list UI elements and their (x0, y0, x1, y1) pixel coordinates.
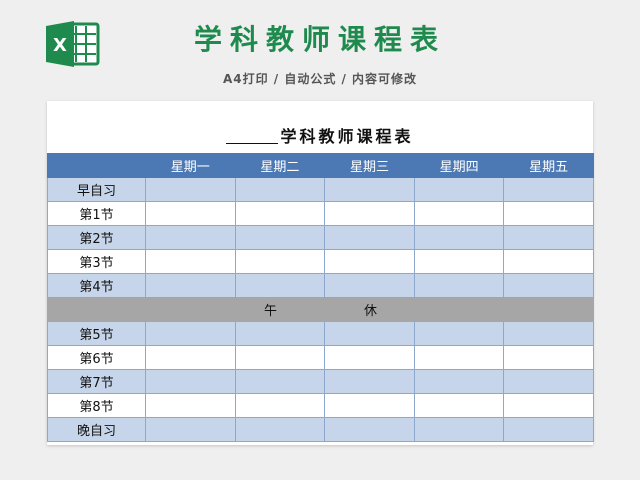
schedule-cell[interactable] (234, 201, 326, 226)
schedule-cell[interactable] (234, 225, 326, 250)
table-row: 第8节 (47, 393, 594, 418)
break-label-right: 休 (363, 304, 377, 319)
schedule-cell[interactable] (413, 393, 505, 418)
schedule-cell[interactable] (145, 393, 236, 418)
schedule-cell[interactable] (324, 393, 415, 418)
corner-cell (47, 153, 146, 178)
schedule-cell[interactable] (503, 177, 594, 202)
schedule-cell[interactable] (413, 417, 505, 442)
schedule-cell[interactable] (145, 321, 236, 346)
schedule-cell[interactable] (503, 393, 594, 418)
spreadsheet-paper: 学科教师课程表 星期一 星期二 星期三 星期四 星期五 早自习 第1节 第2节 … (47, 101, 594, 445)
schedule-cell[interactable] (324, 177, 415, 202)
schedule-cell[interactable] (234, 249, 326, 274)
schedule-cell[interactable] (413, 225, 505, 250)
column-header-wednesday[interactable]: 星期三 (324, 153, 415, 178)
schedule-cell[interactable] (324, 321, 415, 346)
schedule-cell[interactable] (234, 177, 326, 202)
schedule-cell[interactable] (503, 369, 594, 394)
title-blank-line[interactable] (226, 129, 279, 144)
row-label[interactable]: 第5节 (47, 321, 146, 346)
table-row: 第5节 (47, 321, 594, 346)
schedule-cell[interactable] (145, 417, 236, 442)
schedule-cell[interactable] (503, 345, 594, 370)
schedule-cell[interactable] (145, 345, 236, 370)
page-subtitle: A4打印 / 自动公式 / 内容可修改 (222, 72, 418, 86)
row-label[interactable]: 第8节 (47, 393, 146, 418)
schedule-cell[interactable] (324, 417, 415, 442)
page-title: 学科教师课程表 (193, 23, 446, 56)
schedule-cell[interactable] (234, 345, 326, 370)
schedule-cell[interactable] (145, 201, 236, 226)
lunch-break-row: 午休 (47, 297, 594, 322)
table-row: 第7节 (47, 369, 594, 394)
table-row: 第6节 (47, 345, 594, 370)
schedule-cell[interactable] (503, 417, 594, 442)
schedule-cell[interactable] (324, 249, 415, 274)
column-header-tuesday[interactable]: 星期二 (234, 153, 326, 178)
schedule-cell[interactable] (503, 201, 594, 226)
column-header-thursday[interactable]: 星期四 (413, 153, 505, 178)
schedule-cell[interactable] (413, 273, 505, 298)
table-row: 第3节 (47, 249, 594, 274)
sheet-title-text: 学科教师课程表 (280, 127, 414, 146)
schedule-cell[interactable] (145, 249, 236, 274)
schedule-table: 星期一 星期二 星期三 星期四 星期五 早自习 第1节 第2节 第3节 第4节 … (47, 153, 594, 442)
row-label[interactable]: 第1节 (47, 201, 146, 226)
schedule-cell[interactable] (413, 201, 505, 226)
row-label[interactable]: 早自习 (47, 177, 146, 202)
column-header-monday[interactable]: 星期一 (145, 153, 236, 178)
row-label[interactable]: 第2节 (47, 225, 146, 250)
schedule-cell[interactable] (234, 393, 326, 418)
table-row: 晚自习 (47, 417, 594, 442)
sheet-title: 学科教师课程表 (47, 123, 593, 147)
row-label[interactable]: 第7节 (47, 369, 146, 394)
column-header-friday[interactable]: 星期五 (503, 153, 594, 178)
schedule-cell[interactable] (234, 273, 326, 298)
row-label[interactable]: 第4节 (47, 273, 146, 298)
table-row: 第1节 (47, 201, 594, 226)
schedule-cell[interactable] (324, 273, 415, 298)
schedule-cell[interactable] (413, 345, 505, 370)
row-label[interactable]: 第6节 (47, 345, 146, 370)
schedule-cell[interactable] (145, 225, 236, 250)
schedule-cell[interactable] (324, 369, 415, 394)
schedule-cell[interactable] (503, 225, 594, 250)
schedule-cell[interactable] (324, 345, 415, 370)
schedule-cell[interactable] (145, 273, 236, 298)
lunch-break-cell[interactable]: 午休 (47, 297, 594, 322)
schedule-cell[interactable] (234, 369, 326, 394)
row-label[interactable]: 晚自习 (47, 417, 146, 442)
schedule-cell[interactable] (503, 249, 594, 274)
break-label-left: 午 (263, 304, 277, 319)
schedule-cell[interactable] (413, 321, 505, 346)
schedule-cell[interactable] (234, 321, 326, 346)
page-header: X 学科教师课程表 A4打印 / 自动公式 / 内容可修改 (0, 0, 640, 100)
schedule-cell[interactable] (145, 177, 236, 202)
table-row: 早自习 (47, 177, 594, 202)
schedule-cell[interactable] (503, 273, 594, 298)
schedule-cell[interactable] (413, 369, 505, 394)
schedule-cell[interactable] (234, 417, 326, 442)
schedule-cell[interactable] (324, 201, 415, 226)
schedule-cell[interactable] (503, 321, 594, 346)
schedule-cell[interactable] (145, 369, 236, 394)
row-label[interactable]: 第3节 (47, 249, 146, 274)
schedule-cell[interactable] (324, 225, 415, 250)
table-row: 第2节 (47, 225, 594, 250)
table-row: 第4节 (47, 273, 594, 298)
schedule-cell[interactable] (413, 249, 505, 274)
schedule-cell[interactable] (413, 177, 505, 202)
header-row: 星期一 星期二 星期三 星期四 星期五 (47, 153, 594, 178)
